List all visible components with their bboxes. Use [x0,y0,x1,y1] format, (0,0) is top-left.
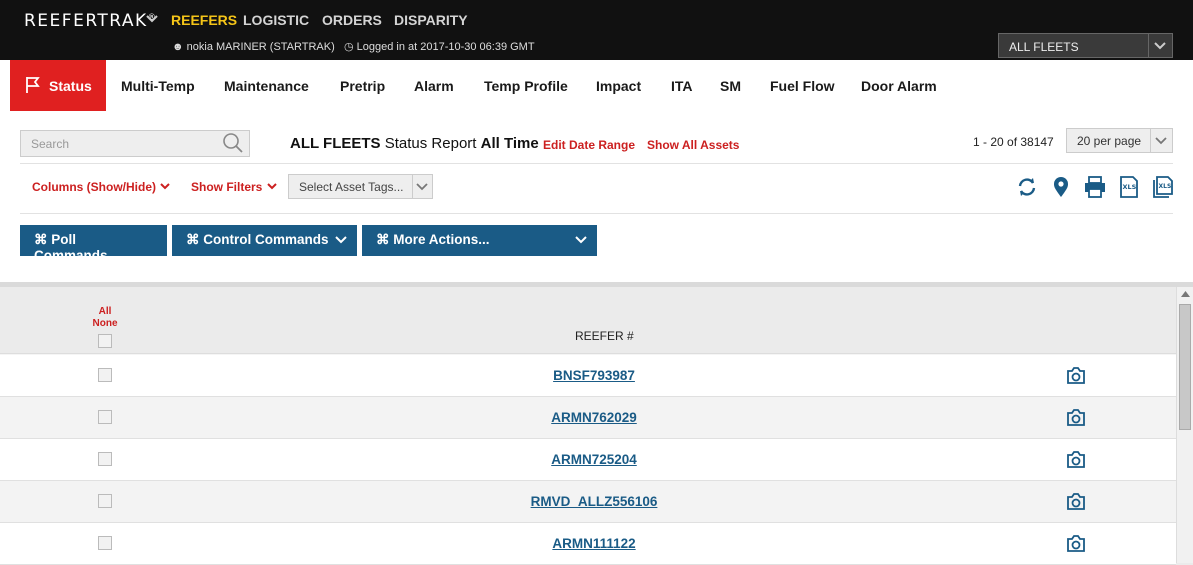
search-input[interactable]: Search [20,130,250,157]
print-icon[interactable] [1083,176,1107,198]
poll-commands-button[interactable]: ⌘ Poll Commands [20,225,167,263]
reefer-link[interactable]: BNSF793987 [0,368,1188,383]
scrollbar[interactable] [1176,287,1193,563]
svg-text:XLS: XLS [1159,183,1172,190]
user-info: ☻ nokia MARINER (STARTRAK) ◷ Logged in a… [172,40,535,53]
brand-logo[interactable]: REEFERTRAK® [24,11,157,31]
table-header: All None REEFER # [0,287,1176,354]
controls-panel: Search ALL FLEETS Status Report All Time… [0,111,1193,282]
tab-impact[interactable]: Impact [596,78,641,94]
clock-icon: ◷ [343,41,354,53]
chevron-down-icon[interactable] [1150,129,1172,152]
user-name: nokia MARINER (STARTRAK) [186,41,335,53]
chevron-down-icon [266,183,277,190]
tab-maintenance[interactable]: Maintenance [224,78,309,94]
more-actions-button[interactable]: ⌘ More Actions... [362,225,597,256]
asset-tags-placeholder: Select Asset Tags... [299,180,404,194]
fleet-select-value: ALL FLEETS [1009,40,1079,54]
xls-export-all-icon[interactable]: XLS [1152,176,1174,198]
reefer-link[interactable]: ARMN762029 [0,410,1188,425]
select-all-link[interactable]: All [91,306,119,318]
tab-fuel-flow[interactable]: Fuel Flow [770,78,835,94]
columns-toggle[interactable]: Columns (Show/Hide) [32,180,171,194]
tab-door-alarm[interactable]: Door Alarm [861,78,937,94]
top-bar: REEFERTRAK® REEFERS LOGISTIC ORDERS DISP… [0,0,1193,60]
table-row: BNSF793987 [0,355,1176,397]
divider [20,163,1173,164]
divider [20,213,1173,214]
record-count: 1 - 20 of 38147 [973,135,1054,149]
chevron-down-icon[interactable] [412,175,432,198]
asset-tags-select[interactable]: Select Asset Tags... [288,174,433,199]
per-page-select[interactable]: 20 per page [1066,128,1173,153]
tab-ita[interactable]: ITA [671,78,693,94]
chevron-down-icon[interactable] [146,14,158,24]
chevron-down-icon [335,236,347,244]
tab-sm[interactable]: SM [720,78,741,94]
select-all-checkbox[interactable] [98,334,112,348]
scroll-up-icon[interactable] [1181,291,1190,297]
nav-reefers[interactable]: REEFERS [171,12,237,28]
table-row: ARMN762029 [0,397,1176,439]
tab-status-label: Status [49,78,92,94]
user-icon: ☻ [172,41,184,53]
nav-logistic[interactable]: LOGISTIC [243,12,309,28]
camera-icon[interactable] [1066,451,1086,468]
tab-alarm[interactable]: Alarm [414,78,454,94]
tab-multi-temp[interactable]: Multi-Temp [121,78,195,94]
edit-date-range-link[interactable]: Edit Date Range [543,138,635,152]
show-filters-toggle[interactable]: Show Filters [191,180,278,194]
table-row: ARMN725204 [0,439,1176,481]
tab-temp-profile[interactable]: Temp Profile [484,78,568,94]
table-row: ARMN111122 [0,523,1176,565]
reefer-link[interactable]: RMVD_ALLZ556106 [0,494,1188,509]
column-header-reefer[interactable]: REEFER # [575,329,634,343]
report-title: ALL FLEETS Status Report All Time [290,135,539,152]
tab-pretrip[interactable]: Pretrip [340,78,385,94]
control-commands-button[interactable]: ⌘ Control Commands [172,225,357,256]
chevron-down-icon[interactable] [1148,34,1172,57]
tab-bar: Status Multi-Temp Maintenance Pretrip Al… [0,60,1193,111]
reefer-link[interactable]: ARMN111122 [0,536,1188,551]
fleet-select[interactable]: ALL FLEETS [998,33,1173,58]
login-info: Logged in at 2017-10-30 06:39 GMT [356,41,535,53]
per-page-value: 20 per page [1077,134,1142,148]
map-pin-icon[interactable] [1051,176,1071,198]
camera-icon[interactable] [1066,493,1086,510]
refresh-icon[interactable] [1016,176,1038,198]
scrollbar-thumb[interactable] [1179,304,1191,430]
reefer-table: All None REEFER # BNSF793987 ARMN762029 … [0,287,1176,565]
chevron-down-icon [575,236,587,244]
flag-icon [26,77,40,93]
camera-icon[interactable] [1066,535,1086,552]
reefer-link[interactable]: ARMN725204 [0,452,1188,467]
table-row: RMVD_ALLZ556106 [0,481,1176,523]
svg-text:XLS: XLS [1123,183,1137,191]
camera-icon[interactable] [1066,367,1086,384]
nav-disparity[interactable]: DISPARITY [394,12,468,28]
select-all-none: All None [91,306,119,330]
show-all-assets-link[interactable]: Show All Assets [647,138,739,152]
tab-status[interactable]: Status [10,60,106,111]
select-none-link[interactable]: None [91,318,119,330]
search-icon[interactable] [222,132,244,154]
chevron-down-icon [160,183,171,190]
xls-export-icon[interactable]: XLS [1119,176,1139,198]
camera-icon[interactable] [1066,409,1086,426]
nav-orders[interactable]: ORDERS [322,12,382,28]
